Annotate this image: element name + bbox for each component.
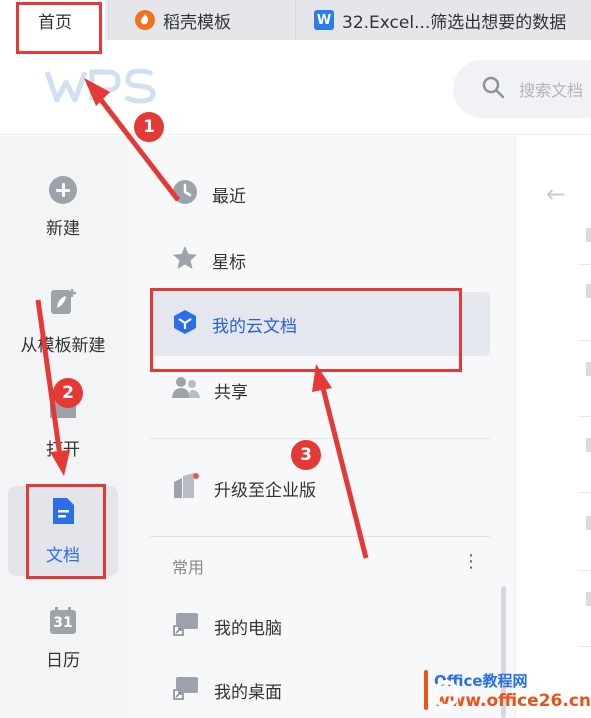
- step-badge-3: 3: [291, 440, 321, 470]
- step-badge-1: 1: [134, 112, 164, 142]
- watermark: Office教程网 www.office26.cn: [424, 662, 591, 718]
- step-badge-2: 2: [53, 378, 83, 408]
- annotation-arrows: [35, 78, 369, 559]
- office-logo-icon: [424, 670, 459, 710]
